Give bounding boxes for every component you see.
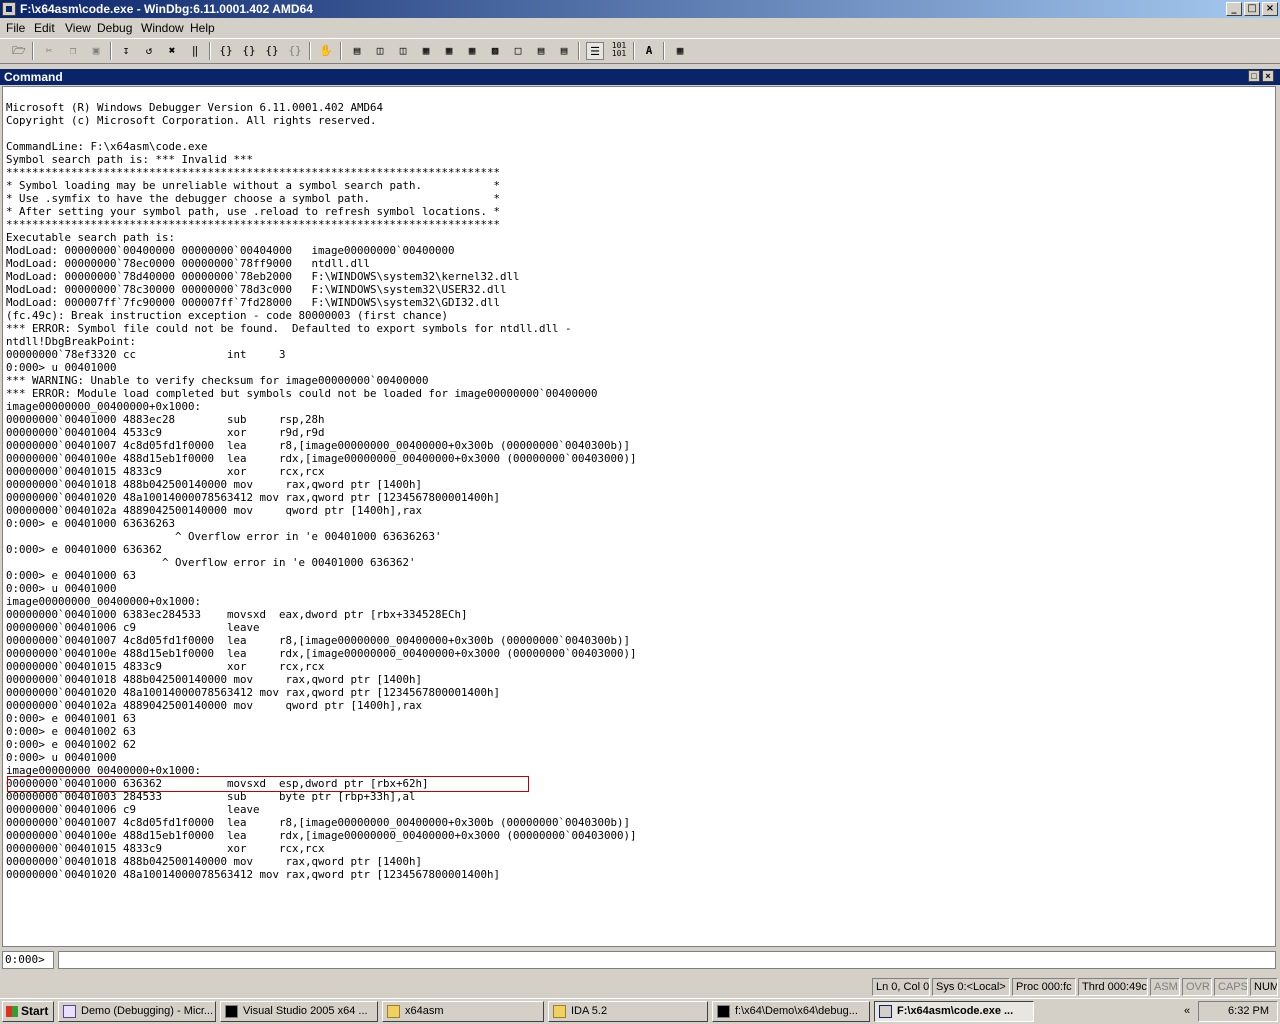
- call-stack-window-icon[interactable]: ▦: [463, 42, 481, 60]
- command-output[interactable]: Microsoft (R) Windows Debugger Version 6…: [2, 86, 1276, 947]
- task-label: f:\x64\Demo\x64\debug...: [735, 1005, 858, 1017]
- highlight-box: [7, 776, 529, 792]
- toolbar-separator: [209, 42, 211, 60]
- status-thrd: Thrd 000:49c: [1078, 978, 1148, 996]
- task-debug-cmd[interactable]: f:\x64\Demo\x64\debug...: [712, 1001, 870, 1022]
- run-to-cursor-icon[interactable]: {}: [286, 42, 304, 60]
- maximize-button[interactable]: □: [1244, 2, 1260, 16]
- source-mode-icon[interactable]: ☰: [586, 42, 604, 60]
- toolbar-separator: [32, 42, 34, 60]
- command-prompt-row: 0:000>: [2, 951, 1276, 969]
- step-over-icon[interactable]: {}: [240, 42, 258, 60]
- status-sys: Sys 0:<Local>: [932, 978, 1010, 996]
- toolbar-separator: [633, 42, 635, 60]
- menu-help[interactable]: Help: [190, 21, 215, 35]
- minimize-button[interactable]: _: [1226, 2, 1242, 16]
- windows-logo-icon: [6, 1006, 18, 1017]
- command-browser-icon[interactable]: ▤: [555, 42, 573, 60]
- breakpoint-hand-icon[interactable]: ✋: [317, 42, 335, 60]
- command-window-icon[interactable]: ▤: [348, 42, 366, 60]
- status-num: NUM: [1250, 978, 1278, 996]
- visual-studio-icon: [63, 1005, 76, 1018]
- task-vs-demo[interactable]: Demo (Debugging) - Micr...: [58, 1001, 216, 1022]
- copy-icon[interactable]: ❐: [64, 42, 82, 60]
- taskbar: Start Demo (Debugging) - Micr... Visual …: [0, 998, 1280, 1024]
- dock-icon[interactable]: □: [1248, 70, 1260, 82]
- break-icon[interactable]: ‖: [186, 42, 204, 60]
- command-output-text: Microsoft (R) Windows Debugger Version 6…: [6, 101, 637, 881]
- console-icon: [225, 1005, 238, 1018]
- tray-expand-icon[interactable]: «: [1179, 1002, 1195, 1021]
- step-into-icon[interactable]: {}: [217, 42, 235, 60]
- status-bar: Ln 0, Col 0 Sys 0:<Local> Proc 000:fc Th…: [0, 977, 1280, 997]
- task-label: IDA 5.2: [571, 1005, 608, 1017]
- toolbar-separator: [663, 42, 665, 60]
- start-button[interactable]: Start: [2, 1001, 54, 1022]
- watch-window-icon[interactable]: ◫: [371, 42, 389, 60]
- paste-icon[interactable]: ▣: [87, 42, 105, 60]
- toolbar-separator: [340, 42, 342, 60]
- memory-window-icon[interactable]: ▦: [440, 42, 458, 60]
- cut-icon[interactable]: ✂: [40, 42, 58, 60]
- windbg-app-icon[interactable]: [2, 2, 16, 16]
- go-icon[interactable]: ↧: [117, 42, 135, 60]
- status-proc: Proc 000:fc: [1012, 978, 1076, 996]
- close-button[interactable]: ×: [1262, 2, 1278, 16]
- folder-icon: [553, 1005, 566, 1018]
- status-caps: CAPS: [1214, 978, 1248, 996]
- windbg-icon: [879, 1005, 892, 1018]
- close-icon[interactable]: ×: [1262, 70, 1274, 82]
- open-icon[interactable]: 🗁: [10, 42, 28, 60]
- window-title: F:\x64asm\code.exe - WinDbg:6.11.0001.40…: [20, 2, 313, 16]
- window-titlebar[interactable]: F:\x64asm\code.exe - WinDbg:6.11.0001.40…: [0, 0, 1280, 18]
- task-vs-cmd[interactable]: Visual Studio 2005 x64 ...: [220, 1001, 378, 1022]
- status-ovr: OVR: [1182, 978, 1212, 996]
- window-controls: _ □ ×: [1224, 2, 1278, 16]
- status-asm: ASM: [1150, 978, 1180, 996]
- command-window-title: Command: [4, 70, 63, 84]
- restart-icon[interactable]: ↺: [140, 42, 158, 60]
- command-window-titlebar[interactable]: Command □ ×: [0, 69, 1280, 85]
- menu-file[interactable]: File: [6, 21, 25, 35]
- locals-window-icon[interactable]: ◫: [394, 42, 412, 60]
- task-windbg[interactable]: F:\x64asm\code.exe ...: [874, 1001, 1034, 1022]
- task-ida-folder[interactable]: IDA 5.2: [548, 1001, 708, 1022]
- toolbar-separator: [110, 42, 112, 60]
- menu-edit[interactable]: Edit: [34, 21, 55, 35]
- menu-view[interactable]: View: [65, 21, 91, 35]
- folder-icon: [387, 1005, 400, 1018]
- step-out-icon[interactable]: {}: [263, 42, 281, 60]
- processes-threads-icon[interactable]: ▤: [532, 42, 550, 60]
- options-icon[interactable]: ▦: [671, 42, 689, 60]
- task-label: Demo (Debugging) - Micr...: [81, 1005, 214, 1017]
- stop-debugging-icon[interactable]: ✖: [163, 42, 181, 60]
- menu-window[interactable]: Window: [141, 21, 184, 35]
- task-x64asm-folder[interactable]: x64asm: [382, 1001, 544, 1022]
- task-label: Visual Studio 2005 x64 ...: [243, 1005, 368, 1017]
- task-label: F:\x64asm\code.exe ...: [897, 1005, 1014, 1017]
- task-label: x64asm: [405, 1005, 444, 1017]
- system-tray: « 6:32 PM: [1184, 1001, 1278, 1022]
- command-input[interactable]: [58, 951, 1276, 969]
- start-label: Start: [21, 1004, 49, 1018]
- menu-debug[interactable]: Debug: [97, 21, 132, 35]
- hex-display-icon[interactable]: 101 101: [610, 42, 628, 60]
- registers-window-icon[interactable]: ▦: [417, 42, 435, 60]
- toolbar-separator: [309, 42, 311, 60]
- clock[interactable]: 6:32 PM: [1228, 1002, 1269, 1021]
- toolbar-separator: [578, 42, 580, 60]
- font-icon[interactable]: A: [640, 42, 658, 60]
- disassembly-window-icon[interactable]: ▩: [486, 42, 504, 60]
- status-position: Ln 0, Col 0: [872, 978, 930, 996]
- console-icon: [717, 1005, 730, 1018]
- prompt-label: 0:000>: [2, 951, 54, 969]
- scratch-pad-icon[interactable]: □: [509, 42, 527, 60]
- menu-bar: File Edit View Debug Window Help: [0, 18, 1280, 38]
- toolbar: 🗁 ✂ ❐ ▣ ↧ ↺ ✖ ‖ {} {} {} {} ✋ ▤ ◫ ◫ ▦ ▦ …: [0, 38, 1280, 64]
